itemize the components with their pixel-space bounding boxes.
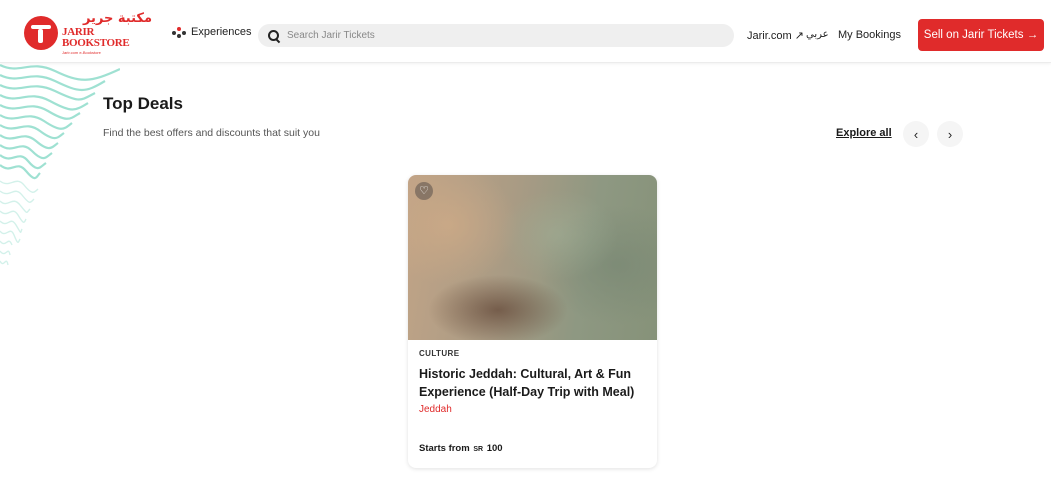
- jarir-logo-text: مكتبة جرير JARIR BOOKSTORE Jarir.com e-B…: [62, 12, 152, 55]
- top-deals-section: Top Deals Find the best offers and disco…: [0, 63, 1051, 488]
- jarir-logo-mark-icon: [24, 16, 58, 50]
- heart-icon[interactable]: ♡: [415, 182, 433, 200]
- explore-all-link[interactable]: Explore all: [836, 127, 892, 139]
- logo-english-text: JARIR BOOKSTORE: [62, 25, 130, 49]
- jarir-com-link[interactable]: Jarir.com ↗: [747, 29, 804, 42]
- search-input[interactable]: [287, 30, 707, 41]
- logo-sub-text: Jarir.com e-Bookstore: [62, 49, 101, 55]
- search-icon: [268, 30, 279, 41]
- nav-experiences[interactable]: Experiences: [172, 26, 252, 38]
- section-subtitle: Find the best offers and discounts that …: [103, 127, 320, 139]
- deal-card-image: [408, 175, 657, 340]
- chevron-left-icon: ‹: [913, 126, 919, 142]
- search-bar[interactable]: [258, 24, 734, 47]
- chevron-right-icon: ›: [947, 126, 953, 142]
- deal-card[interactable]: ♡ CULTURE Historic Jeddah: Cultural, Art…: [408, 175, 657, 468]
- logo-arabic-text: مكتبة جرير: [82, 10, 152, 26]
- top-header: مكتبة جرير JARIR BOOKSTORE Jarir.com e-B…: [0, 0, 1051, 63]
- jarir-logo[interactable]: مكتبة جرير JARIR BOOKSTORE Jarir.com e-B…: [24, 12, 152, 55]
- deal-card-price: Starts from SR 100: [419, 443, 503, 454]
- deal-card-title: Historic Jeddah: Cultural, Art & Fun Exp…: [419, 367, 635, 399]
- section-title: Top Deals: [103, 94, 183, 113]
- deal-card-category: CULTURE: [419, 349, 460, 358]
- carousel-prev-button[interactable]: ‹: [903, 121, 929, 147]
- price-currency: SR: [473, 446, 484, 453]
- sell-on-jarir-tickets-button[interactable]: Sell on Jarir Tickets →: [918, 19, 1044, 51]
- price-value: 100: [486, 443, 503, 454]
- my-bookings-link[interactable]: My Bookings: [838, 29, 901, 41]
- price-prefix: Starts from: [419, 443, 470, 454]
- carousel-next-button[interactable]: ›: [937, 121, 963, 147]
- nav-experiences-label: Experiences: [191, 26, 252, 38]
- experiences-dots-icon: [172, 27, 186, 38]
- arabic-language-link[interactable]: عربي: [806, 29, 829, 40]
- deal-card-city: Jeddah: [419, 404, 452, 415]
